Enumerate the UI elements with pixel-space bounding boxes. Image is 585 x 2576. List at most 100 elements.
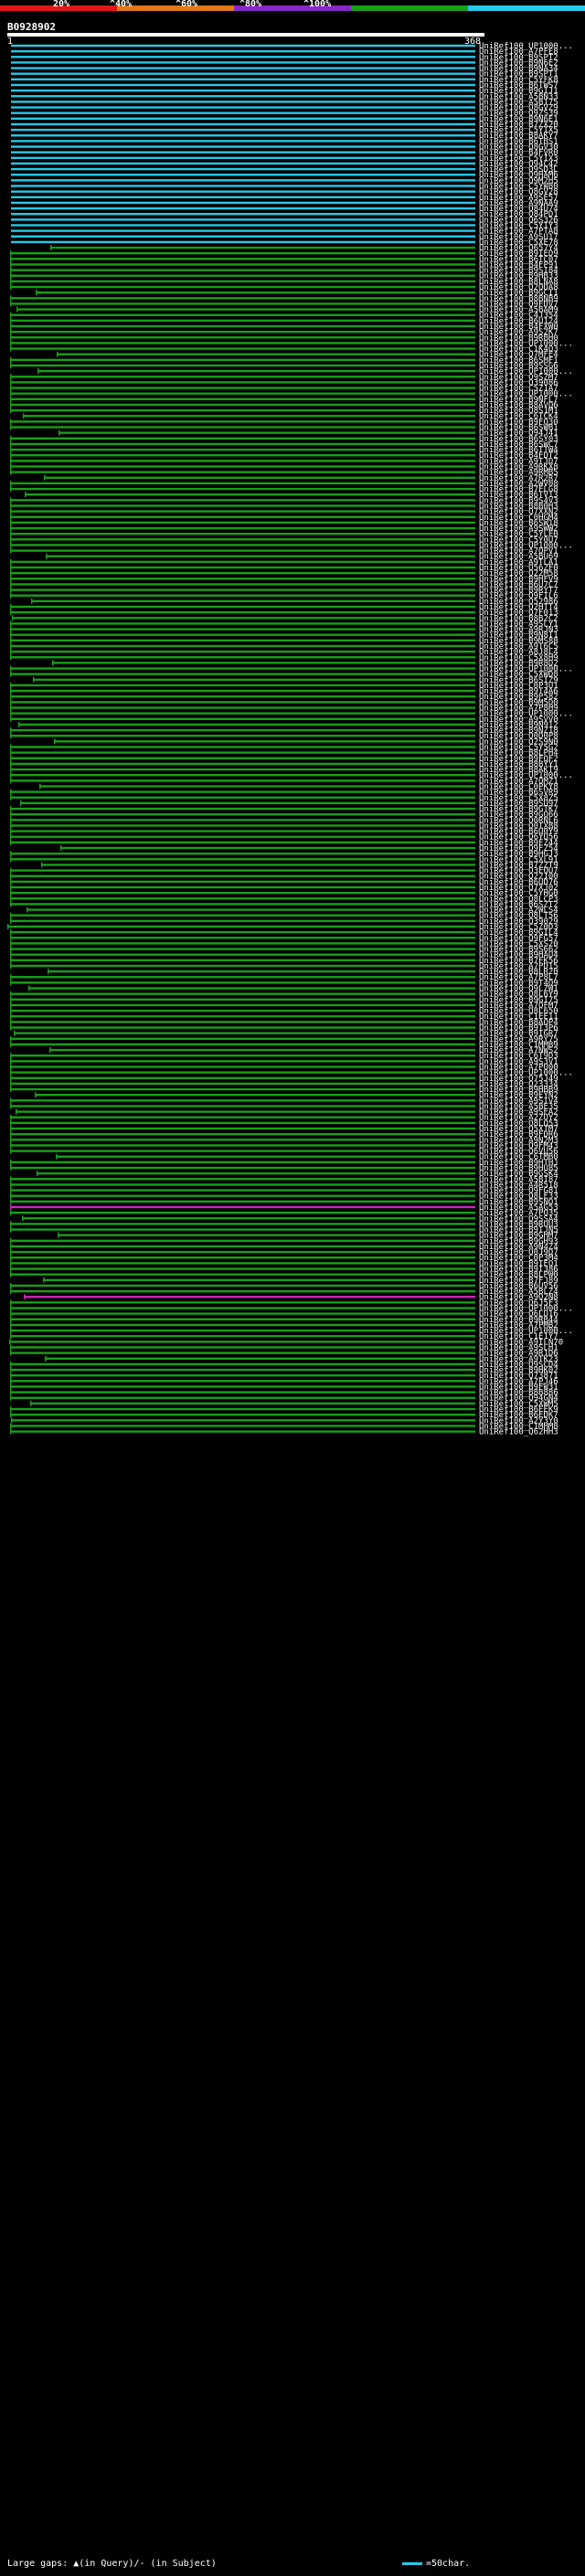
hit-row[interactable]: UniRef100_A9N4Z4	[10, 1243, 558, 1252]
hit-row[interactable]: UniRef100_B6SMF1	[10, 356, 558, 366]
hit-bar[interactable]	[11, 1396, 475, 1399]
hit-row[interactable]: UniRef100_C5XWD8	[10, 671, 558, 680]
hit-row[interactable]: UniRef100_B9FZ44	[10, 839, 558, 848]
hit-bar[interactable]	[11, 964, 475, 968]
hit-bar[interactable]	[11, 1211, 475, 1214]
hit-bar[interactable]	[59, 431, 475, 434]
hit-row[interactable]: UniRef100_B9GIL4	[10, 928, 558, 938]
hit-row[interactable]: UniRef100_B6TC07	[10, 255, 558, 264]
hit-bar[interactable]	[11, 403, 475, 407]
hit-bar[interactable]	[11, 1161, 475, 1164]
hit-row[interactable]: UniRef100_B9P582	[10, 693, 558, 702]
hit-row[interactable]: UniRef100_B8B0H3	[10, 502, 558, 511]
hit-bar[interactable]	[11, 515, 475, 518]
hit-row[interactable]: UniRef100_B9RB44	[10, 1316, 558, 1325]
hit-row[interactable]: UniRef100_Q7XJ02	[10, 884, 558, 893]
hit-row[interactable]: UniRef100_A5BLZ4	[10, 1288, 558, 1297]
hit-bar[interactable]	[11, 134, 475, 137]
hit-bar[interactable]	[11, 622, 475, 625]
hit-bar[interactable]	[11, 1150, 475, 1152]
hit-row[interactable]: UniRef100_Q6YU56	[10, 833, 558, 843]
hit-bar[interactable]	[10, 1341, 475, 1343]
hit-bar[interactable]	[11, 728, 475, 732]
hit-row[interactable]: UniRef100_C5Z0D3	[7, 923, 558, 932]
hit-bar[interactable]	[11, 78, 475, 81]
hit-row[interactable]: UniRef100_A7QMZ1	[10, 777, 558, 786]
hit-row[interactable]: UniRef100_Q9SD3L	[11, 165, 558, 175]
hit-bar[interactable]	[11, 526, 475, 530]
hit-row[interactable]: UniRef100_B9FW31	[10, 1383, 558, 1392]
hit-row[interactable]: UniRef100_Q94GN4	[10, 1394, 558, 1404]
hit-bar[interactable]	[11, 1430, 475, 1433]
hit-bar[interactable]	[11, 218, 475, 221]
hit-bar[interactable]	[11, 274, 475, 277]
hit-row[interactable]: UniRef100_C0HGM4	[10, 514, 558, 523]
hit-bar[interactable]	[16, 1110, 475, 1113]
hit-bar[interactable]	[13, 617, 475, 620]
hit-row[interactable]: UniRef100_A7PFE8	[11, 48, 558, 57]
hit-bar[interactable]	[11, 1105, 475, 1108]
hit-row[interactable]: UniRef100_B9FQ30	[10, 418, 558, 427]
hit-bar[interactable]	[11, 869, 475, 872]
hit-bar[interactable]	[11, 819, 475, 822]
hit-row[interactable]: UniRef100_C4J354	[10, 312, 558, 321]
hit-row[interactable]: UniRef100_B9IED9	[10, 249, 558, 259]
hit-bar[interactable]	[11, 330, 475, 334]
hit-row[interactable]: UniRef100_B9IGR7	[14, 1030, 558, 1039]
hit-row[interactable]: UniRef100_B6TWS7	[11, 81, 558, 90]
hit-bar[interactable]	[11, 196, 475, 198]
hit-row[interactable]: UniRef100_C5X8Z5	[10, 794, 558, 803]
hit-bar[interactable]	[58, 353, 475, 355]
hit-row[interactable]: UniRef100_Q73871	[10, 1372, 558, 1381]
hit-bar[interactable]	[11, 880, 475, 884]
hit-bar[interactable]	[11, 162, 475, 165]
hit-bar[interactable]	[11, 1003, 475, 1007]
hit-bar[interactable]	[11, 504, 475, 507]
hit-row[interactable]: UniRef100_A9SLY1	[10, 620, 558, 629]
hit-bar[interactable]	[11, 1043, 475, 1046]
hit-row[interactable]: UniRef100_A9RMB5	[10, 469, 558, 478]
hit-bar[interactable]	[11, 1082, 475, 1086]
hit-bar[interactable]	[11, 875, 475, 877]
hit-row[interactable]: UniRef100_B9RUU3	[10, 1220, 558, 1229]
hit-bar[interactable]	[11, 420, 475, 423]
hit-bar[interactable]	[57, 1155, 475, 1158]
hit-row[interactable]: UniRef100_A9SIV4	[10, 1097, 558, 1106]
hit-bar[interactable]	[11, 774, 475, 777]
hit-bar[interactable]	[11, 779, 475, 782]
hit-bar[interactable]	[11, 185, 475, 187]
hit-bar[interactable]	[11, 1301, 475, 1304]
hit-row[interactable]: UniRef100_A7QFM7	[10, 1002, 558, 1011]
hit-row[interactable]: UniRef100_B9MS88	[10, 637, 558, 646]
hit-bar[interactable]	[11, 790, 475, 793]
hit-row[interactable]: UniRef100_B9N6E2	[11, 58, 558, 68]
hit-row[interactable]: UniRef100_B9M5D0	[10, 698, 558, 707]
hit-bar[interactable]	[11, 408, 475, 412]
hit-label[interactable]: UniRef100_Q62HH3	[479, 1428, 558, 1437]
hit-row[interactable]: UniRef100_B6U124	[10, 317, 558, 326]
hit-row[interactable]: UniRef100_Q3EQU7	[10, 867, 558, 876]
hit-bar[interactable]	[11, 122, 475, 126]
hit-bar[interactable]	[11, 594, 475, 597]
hit-bar[interactable]	[48, 970, 475, 973]
hit-bar[interactable]	[11, 684, 475, 687]
hit-row[interactable]: UniRef100_B9RBH0	[10, 334, 558, 343]
hit-bar[interactable]	[11, 499, 475, 502]
hit-bar[interactable]	[11, 633, 475, 636]
hit-row[interactable]: UniRef100_A9SEA2	[16, 1108, 558, 1118]
hit-bar[interactable]	[29, 987, 475, 990]
hit-row[interactable]: UniRef100_B9T3P6	[10, 1024, 558, 1034]
hit-bar[interactable]	[11, 976, 475, 979]
hit-bar[interactable]	[11, 768, 475, 771]
hit-row[interactable]: UniRef100_A5BAM9	[16, 306, 558, 315]
hit-bar[interactable]	[11, 1021, 475, 1023]
hit-bar[interactable]	[36, 1093, 475, 1097]
hit-bar[interactable]	[11, 313, 475, 316]
hit-row[interactable]: UniRef100_Q9SSA4	[22, 1214, 558, 1224]
hit-row[interactable]: UniRef100_A7PJ46	[10, 1377, 558, 1386]
hit-bar[interactable]	[11, 482, 475, 485]
hit-bar[interactable]	[11, 578, 475, 580]
hit-row[interactable]: UniRef100_Q84PD1	[11, 210, 558, 219]
hit-row[interactable]: UniRef100_B9GTK7	[10, 805, 558, 814]
hit-row[interactable]: UniRef100_Q2QDA8	[10, 283, 558, 292]
